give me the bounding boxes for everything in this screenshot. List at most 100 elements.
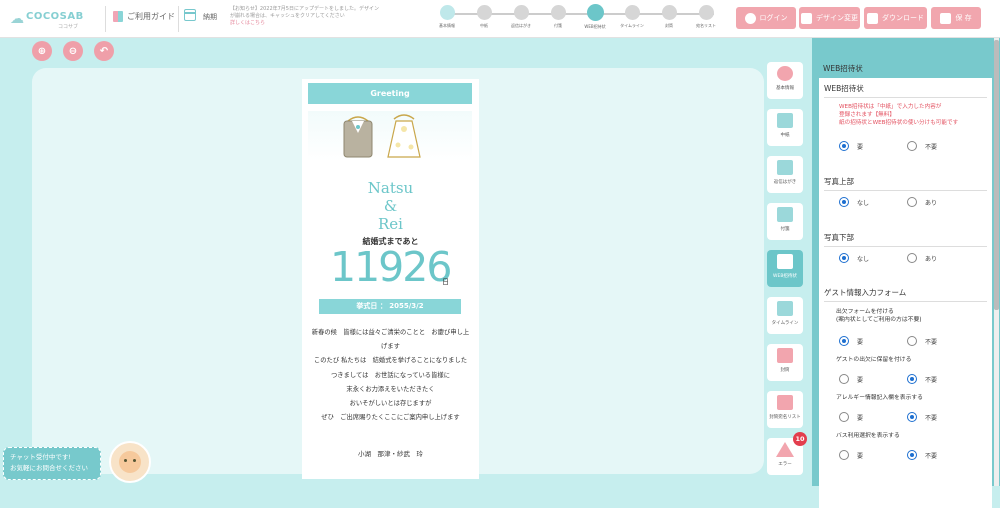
cocosab-logo[interactable]: ☁ COCOSAB ココサブ bbox=[8, 7, 100, 31]
radio bbox=[907, 141, 917, 151]
rail-address-list[interactable]: 封筒宛名リスト bbox=[767, 391, 803, 428]
photo-top-none[interactable]: なし bbox=[839, 197, 869, 207]
greeting-header: Greeting bbox=[308, 83, 472, 104]
chat-bubble[interactable]: チャット受付中です! お気軽にお問合せください bbox=[3, 447, 101, 480]
radio bbox=[907, 253, 917, 263]
scrollbar-thumb[interactable] bbox=[994, 40, 999, 310]
note-line: WEB招待状は「中紙」で入力した内容が bbox=[839, 104, 942, 110]
bus-yes[interactable]: 要 bbox=[839, 450, 863, 460]
floppy-icon bbox=[940, 12, 952, 24]
hold-yes[interactable]: 要 bbox=[839, 374, 863, 384]
step-timeline[interactable]: タイムライン bbox=[620, 5, 644, 29]
radio-label: なし bbox=[857, 255, 870, 263]
message-line: 末永くお力添えをいただきたく bbox=[346, 385, 435, 393]
radio-label: 要 bbox=[857, 414, 864, 422]
attendance-yes[interactable]: 要 bbox=[839, 336, 863, 346]
guide-label: ご利用ガイド bbox=[127, 12, 175, 21]
message-line: ぜひ ご出席賜りたくここにご案内申し上げます bbox=[321, 414, 460, 422]
notice-link[interactable]: 詳しくはこちら bbox=[230, 20, 265, 26]
couple-illustration bbox=[308, 111, 472, 161]
bride-name: Natsu bbox=[367, 179, 414, 197]
zoom-in-button[interactable]: ⊕ bbox=[32, 41, 52, 61]
invitation-preview[interactable]: Greeting Natsu & Rei 結婚式まであと 11926 日 挙式日… bbox=[302, 79, 479, 479]
web-invitation-no[interactable]: 不要 bbox=[907, 141, 937, 151]
radio-selected bbox=[839, 336, 849, 346]
step-inner[interactable]: 中紙 bbox=[473, 5, 495, 29]
rail-label: 返信はがき bbox=[773, 180, 797, 185]
hold-label: ゲストの出欠に保留を付ける bbox=[836, 357, 912, 363]
radio-label: 要 bbox=[857, 143, 864, 151]
download-icon bbox=[867, 12, 878, 24]
rail-label: 基本情報 bbox=[776, 86, 794, 91]
allergy-no[interactable]: 不要 bbox=[907, 412, 937, 422]
guide-link[interactable]: ご利用ガイド bbox=[113, 11, 175, 22]
chat-line: お気軽にお問合せください bbox=[10, 464, 88, 472]
radio-selected bbox=[839, 197, 849, 207]
logo-subtext: ココサブ bbox=[58, 24, 79, 30]
step-label: 基本情報 bbox=[439, 23, 455, 28]
step-basic-info[interactable]: 基本情報 bbox=[436, 5, 458, 29]
step-reply-card[interactable]: 返信はがき bbox=[510, 5, 532, 29]
info-icon bbox=[777, 66, 793, 81]
message-line: つきましては お世話になっている皆様に bbox=[330, 371, 450, 379]
postcard-icon bbox=[777, 160, 793, 175]
radio bbox=[839, 412, 849, 422]
step-envelope[interactable]: 封筒 bbox=[658, 5, 680, 29]
settings-form: WEB招待状 WEB招待状は「中紙」で入力した内容が 登録されます【無料】 紙の… bbox=[819, 78, 992, 508]
rail-timeline[interactable]: タイムライン bbox=[767, 297, 803, 334]
rail-sticky-note[interactable]: 付箋 bbox=[767, 203, 803, 240]
rail-reply-card[interactable]: 返信はがき bbox=[767, 156, 803, 193]
radio-label: 要 bbox=[857, 338, 864, 346]
hold-no[interactable]: 不要 bbox=[907, 374, 937, 384]
rail-inner[interactable]: 中紙 bbox=[767, 109, 803, 146]
bus-label: バス利用選択を表示する bbox=[836, 433, 900, 439]
radio bbox=[839, 374, 849, 384]
deadline-label[interactable]: 納期 bbox=[203, 12, 217, 22]
rail-basic-info[interactable]: 基本情報 bbox=[767, 62, 803, 99]
rail-envelope[interactable]: 封筒 bbox=[767, 344, 803, 381]
step-web-invitation[interactable]: WEB招待状 bbox=[584, 4, 606, 30]
change-design-button[interactable]: デザイン変更 bbox=[799, 7, 860, 29]
invitation-message: 新春の候 皆様には益々ご清栄のことと お慶び申し上げます このたび 私たちは 結… bbox=[310, 326, 471, 425]
web-invitation-yes[interactable]: 要 bbox=[839, 141, 863, 151]
rail-label: 中紙 bbox=[780, 133, 790, 138]
rail-label: エラー bbox=[778, 462, 792, 467]
rail-web-invitation[interactable]: WEB招待状 bbox=[767, 250, 803, 287]
step-sticky-note[interactable]: 付箋 bbox=[547, 5, 569, 29]
panel-title: WEB招待状 bbox=[823, 64, 863, 73]
panel-scrollbar[interactable] bbox=[994, 38, 999, 486]
chat-avatar[interactable] bbox=[109, 441, 151, 483]
divider bbox=[105, 6, 106, 32]
login-button[interactable]: ログイン bbox=[736, 7, 796, 29]
photo-bottom-yes[interactable]: あり bbox=[907, 253, 937, 263]
step-label: WEB招待状 bbox=[584, 24, 606, 29]
radio-label: 要 bbox=[857, 376, 864, 384]
radio-label: 不要 bbox=[925, 414, 938, 422]
step-label: タイムライン bbox=[620, 23, 644, 28]
radio-label: あり bbox=[925, 199, 938, 207]
attendance-label: 出欠フォームを付ける (案内状としてご利用の方は不要) bbox=[836, 308, 922, 324]
allergy-yes[interactable]: 要 bbox=[839, 412, 863, 422]
step-dot bbox=[513, 5, 529, 20]
top-bar: ☁ COCOSAB ココサブ ご利用ガイド 納期 【お知らせ】2022年7月5日… bbox=[0, 0, 1000, 38]
step-dot bbox=[624, 5, 640, 20]
download-button[interactable]: ダウンロード bbox=[864, 7, 927, 29]
photo-bottom-none[interactable]: なし bbox=[839, 253, 869, 263]
radio bbox=[839, 450, 849, 460]
step-label: 中紙 bbox=[480, 23, 488, 28]
radio-label: あり bbox=[925, 255, 938, 263]
save-button[interactable]: 保 存 bbox=[931, 7, 981, 29]
zoom-out-icon: ⊖ bbox=[68, 45, 78, 57]
divider bbox=[178, 6, 179, 32]
undo-icon: ↶ bbox=[99, 45, 109, 57]
rail-label: 封筒 bbox=[780, 368, 790, 373]
undo-button[interactable]: ↶ bbox=[94, 41, 114, 61]
photo-top-yes[interactable]: あり bbox=[907, 197, 937, 207]
attendance-no[interactable]: 不要 bbox=[907, 336, 937, 346]
step-address-list[interactable]: 宛名リスト bbox=[695, 5, 717, 29]
step-dot bbox=[661, 5, 677, 20]
envelope-icon bbox=[777, 348, 793, 363]
zoom-out-button[interactable]: ⊖ bbox=[63, 41, 83, 61]
bus-no[interactable]: 不要 bbox=[907, 450, 937, 460]
face-icon bbox=[119, 451, 141, 473]
